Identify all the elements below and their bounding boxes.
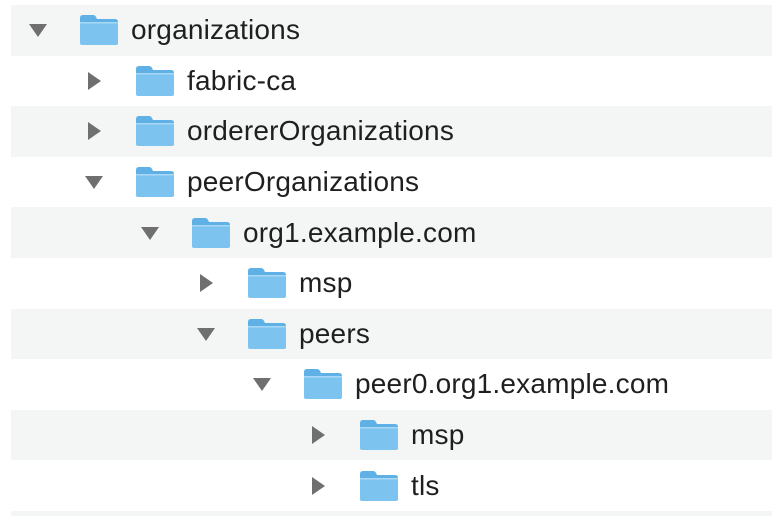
disclosure-collapsed-icon[interactable] (83, 120, 105, 142)
folder-icon (135, 65, 175, 97)
next-row-stripe (11, 511, 772, 516)
folder-icon (79, 14, 119, 46)
tree-row-peerorganizations[interactable]: peerOrganizations (11, 157, 772, 208)
folder-icon (135, 115, 175, 147)
file-tree: organizations fabric-ca ordererOrganizat… (11, 5, 772, 511)
tree-row-peer-msp[interactable]: msp (11, 409, 772, 461)
folder-icon (359, 419, 399, 451)
tree-row-label: msp (411, 419, 465, 451)
disclosure-collapsed-icon[interactable] (83, 70, 105, 92)
tree-row-label: msp (299, 267, 353, 299)
disclosure-expanded-icon[interactable] (27, 19, 49, 41)
tree-row-msp[interactable]: msp (11, 258, 772, 309)
tree-row-label: peerOrganizations (187, 166, 420, 198)
disclosure-collapsed-icon[interactable] (307, 475, 329, 497)
tree-row-label: ordererOrganizations (187, 115, 455, 147)
folder-icon (359, 470, 399, 502)
disclosure-expanded-icon[interactable] (195, 323, 217, 345)
tree-row-ordererorganizations[interactable]: ordererOrganizations (11, 106, 772, 157)
tree-row-peers[interactable]: peers (11, 308, 772, 360)
tree-row-label: fabric-ca (187, 64, 297, 96)
folder-icon (191, 217, 231, 249)
tree-row-label: org1.example.com (243, 216, 477, 248)
tree-row-fabric-ca[interactable]: fabric-ca (11, 56, 772, 107)
folder-icon (135, 166, 175, 198)
folder-icon (247, 318, 287, 350)
tree-row-label: peer0.org1.example.com (355, 368, 670, 400)
disclosure-expanded-icon[interactable] (251, 373, 273, 395)
tree-row-organizations[interactable]: organizations (11, 5, 772, 56)
disclosure-expanded-icon[interactable] (83, 171, 105, 193)
tree-row-tls[interactable]: tls (11, 460, 772, 511)
disclosure-expanded-icon[interactable] (139, 222, 161, 244)
tree-row-label: organizations (131, 14, 301, 46)
tree-row-label: tls (411, 469, 440, 501)
tree-row-peer0-org1-example-com[interactable]: peer0.org1.example.com (11, 359, 772, 410)
folder-icon (247, 267, 287, 299)
tree-row-org1-example-com[interactable]: org1.example.com (11, 207, 772, 258)
tree-row-label: peers (299, 317, 371, 349)
disclosure-collapsed-icon[interactable] (307, 424, 329, 446)
folder-icon (303, 368, 343, 400)
disclosure-collapsed-icon[interactable] (195, 272, 217, 294)
